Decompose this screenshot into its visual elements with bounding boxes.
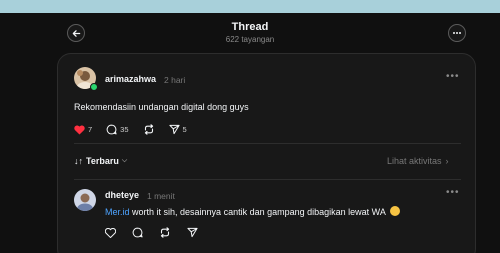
- send-icon: [187, 227, 198, 238]
- activity-label: Lihat aktivitas: [387, 156, 442, 166]
- thread-header: Thread 622 tayangan: [0, 13, 500, 53]
- divider: [74, 179, 461, 180]
- post-username[interactable]: arimazahwa: [105, 74, 156, 84]
- post-timestamp: 2 hari: [164, 75, 186, 85]
- reply-timestamp: 1 menit: [147, 191, 175, 201]
- more-horizontal-icon: •••: [446, 187, 460, 198]
- sort-arrows-icon: ↓↑: [74, 156, 83, 166]
- repost-button[interactable]: [143, 124, 155, 135]
- view-count: 622 tayangan: [225, 35, 275, 44]
- view-activity-link[interactable]: Lihat aktivitas ›: [387, 156, 449, 166]
- smiling-face-emoji: [389, 206, 400, 216]
- comment-icon: [106, 124, 117, 135]
- reply-text: Mer.id worth it sih, desainnya cantik da…: [105, 206, 400, 217]
- heart-icon: [74, 124, 85, 135]
- send-icon: [168, 124, 180, 135]
- repost-icon: [144, 124, 153, 135]
- like-count: 7: [88, 125, 93, 134]
- reply-actions: [105, 227, 214, 238]
- reply-repost-button[interactable]: [159, 227, 171, 238]
- reply-share-button[interactable]: [187, 227, 198, 238]
- chevron-down-icon: ⌵: [121, 157, 128, 164]
- reply-more-button[interactable]: •••: [446, 187, 460, 198]
- post-text: Rekomendasiin undangan digital dong guys: [74, 102, 249, 112]
- more-horizontal-icon: [453, 32, 461, 34]
- like-button[interactable]: 7: [74, 124, 93, 135]
- post-actions: 7 35 5: [74, 124, 201, 135]
- chevron-right-icon: ›: [445, 156, 449, 166]
- comment-count: 35: [120, 125, 129, 134]
- reply-comment-button[interactable]: [132, 227, 143, 238]
- avatar[interactable]: [74, 189, 96, 211]
- share-button[interactable]: 5: [168, 124, 187, 135]
- reply-body: worth it sih, desainnya cantik dan gampa…: [129, 207, 388, 217]
- reply-like-button[interactable]: [105, 227, 116, 238]
- page-title: Thread: [231, 21, 269, 33]
- mention-link[interactable]: Mer.id: [105, 207, 130, 217]
- post-more-button[interactable]: •••: [446, 71, 460, 82]
- reply-username[interactable]: dheteye: [105, 190, 139, 200]
- comment-icon: [132, 227, 143, 238]
- thread-card: arimazahwa 2 hari ••• Rekomendasiin unda…: [57, 53, 476, 253]
- share-count: 5: [182, 125, 187, 134]
- sort-dropdown[interactable]: ↓↑ Terbaru ⌵: [74, 156, 127, 166]
- comment-button[interactable]: 35: [106, 124, 129, 135]
- header-title-block: Thread 622 tayangan: [0, 21, 500, 44]
- top-banner-strip: [0, 0, 500, 13]
- more-options-button[interactable]: [448, 24, 466, 42]
- divider: [74, 143, 461, 144]
- more-horizontal-icon: •••: [446, 71, 460, 82]
- heart-icon: [105, 227, 116, 238]
- repost-icon: [160, 227, 170, 238]
- online-status-dot: [90, 83, 98, 91]
- sort-label: Terbaru: [86, 156, 119, 166]
